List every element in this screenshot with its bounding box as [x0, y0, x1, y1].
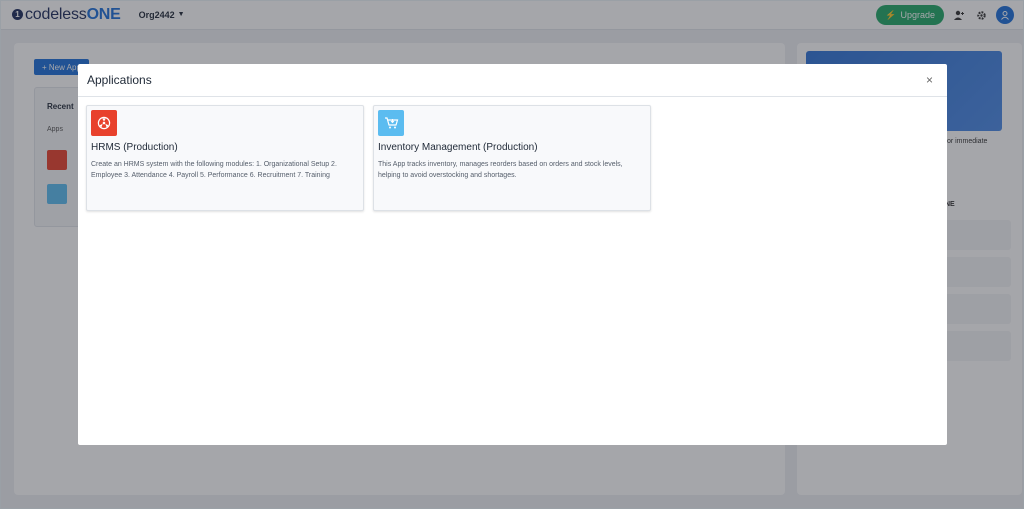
app-name: Inventory Management (Production) [378, 142, 538, 153]
close-icon[interactable]: × [926, 73, 933, 87]
cart-icon [378, 110, 404, 136]
app-card-hrms[interactable]: HRMS (Production) Create an HRMS system … [86, 105, 364, 211]
app-name: HRMS (Production) [91, 142, 178, 153]
app-card-inventory[interactable]: Inventory Management (Production) This A… [373, 105, 651, 211]
modal-header: Applications × [78, 64, 947, 97]
app-description: This App tracks inventory, manages reord… [378, 161, 623, 179]
hrms-icon [91, 110, 117, 136]
modal-title: Applications [87, 73, 152, 87]
app-description: Create an HRMS system with the following… [91, 161, 337, 179]
applications-modal: Applications × HRMS (Production) Create … [78, 64, 947, 445]
